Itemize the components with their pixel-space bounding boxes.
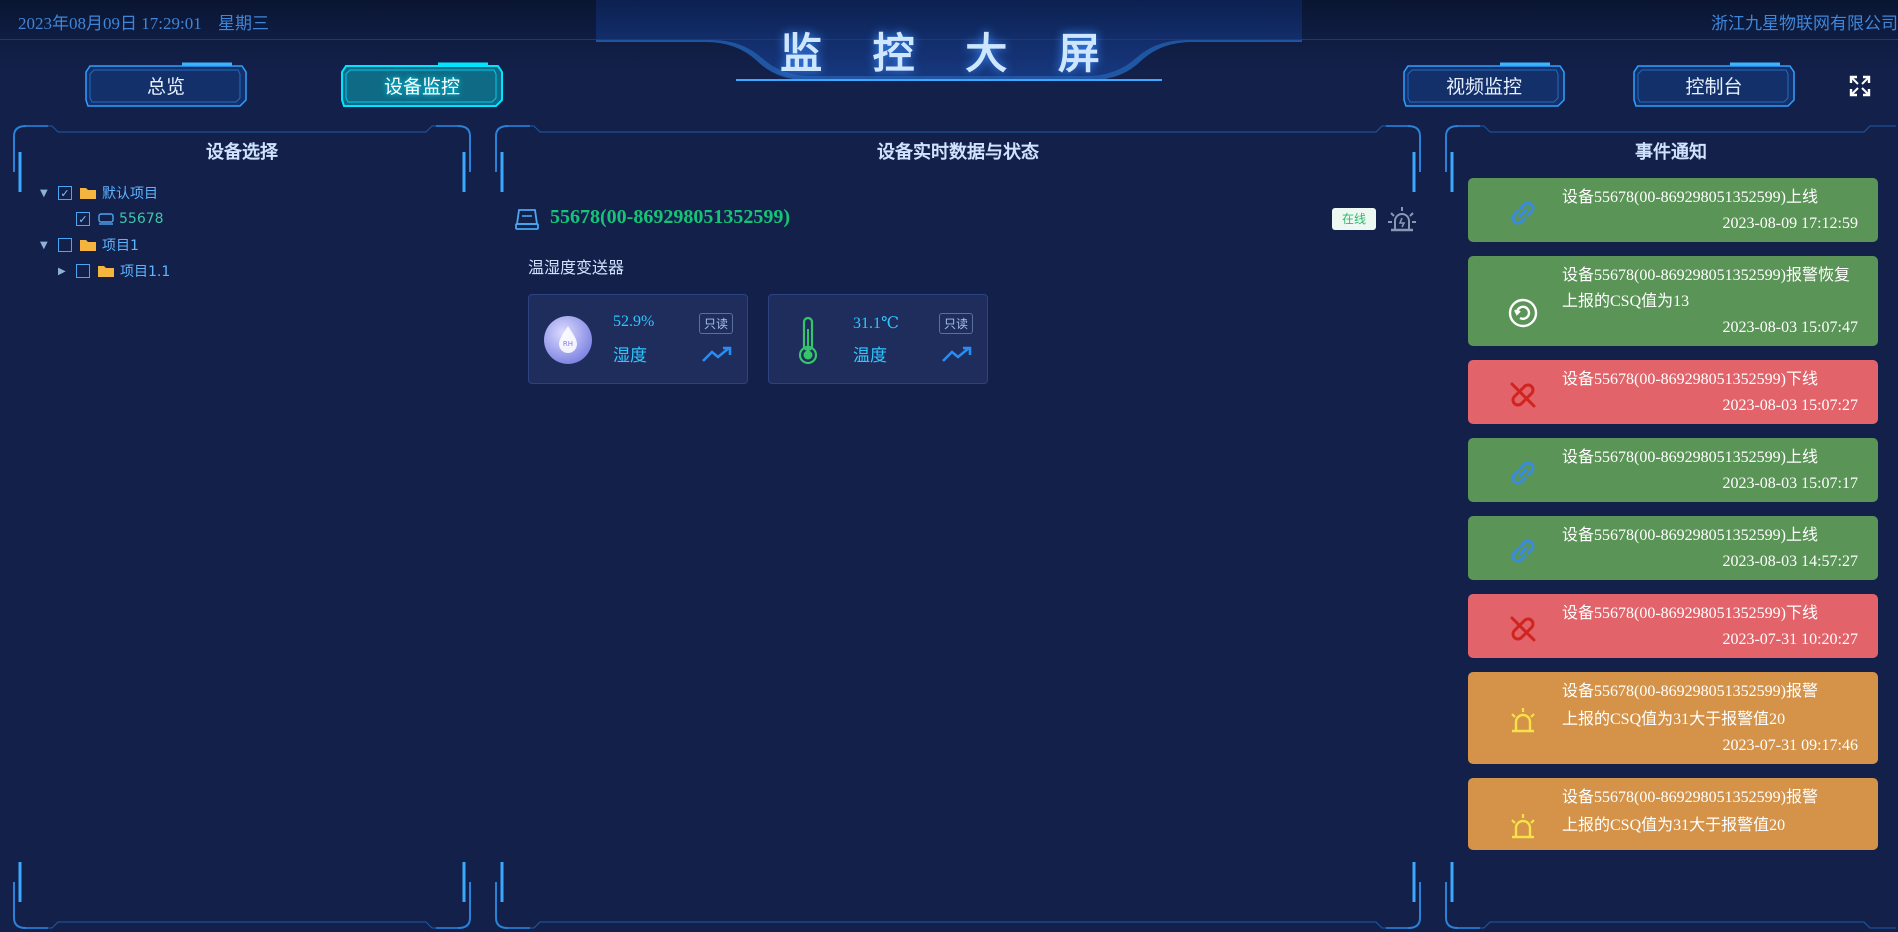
device-tree: ▼ ✓ 默认项目 ✓ 55678 ▼ 项目1 ▶ 项目1.1 — [40, 180, 170, 284]
svg-text:RH: RH — [563, 340, 573, 348]
nav-device-monitor-button[interactable]: 设备监控 — [338, 62, 506, 108]
tree-item-default-project[interactable]: ▼ ✓ 默认项目 — [40, 180, 170, 206]
unlink-icon — [1510, 382, 1536, 408]
event-panel: 事件通知 设备55678(00-869298051352599)上线 2023-… — [1444, 122, 1898, 932]
event-text: 设备55678(00-869298051352599)上线 — [1562, 527, 1818, 544]
page-title: 监 控 大 屏 — [780, 29, 1118, 78]
event-item: 设备55678(00-869298051352599)上线 2023-08-03… — [1468, 438, 1878, 502]
tree-checkbox[interactable]: ✓ — [58, 186, 72, 200]
trend-chart-icon[interactable] — [941, 345, 973, 363]
thermometer-icon — [798, 316, 818, 365]
current-weekday: 星期三 — [217, 14, 269, 33]
alarm-bell-icon — [1511, 814, 1535, 839]
caret-right-icon[interactable]: ▶ — [58, 266, 76, 277]
event-title: 事件通知 — [1635, 142, 1707, 163]
temperature-label: 温度 — [853, 346, 887, 366]
link-icon — [1511, 201, 1535, 225]
event-list: 设备55678(00-869298051352599)上线 2023-08-09… — [1468, 178, 1878, 908]
event-text: 设备55678(00-869298051352599)报警 — [1562, 789, 1818, 806]
read-only-badge: 只读 — [698, 313, 733, 334]
humidity-label: 湿度 — [613, 346, 647, 366]
event-item: 设备55678(00-869298051352599)下线 2023-08-03… — [1468, 360, 1878, 424]
alarm-bell-icon — [1511, 708, 1535, 733]
header: 2023年08月09日 17:29:01 星期三 浙江九星物联网有限公司 监 控… — [0, 0, 1898, 122]
event-item: 设备55678(00-869298051352599)报警 上报的CSQ值为31… — [1468, 672, 1878, 764]
company-name: 浙江九星物联网有限公司 — [1711, 14, 1898, 34]
caret-down-icon[interactable]: ▼ — [40, 240, 58, 251]
humidity-value: 52.9% — [613, 313, 655, 330]
humidity-card[interactable]: RH 52.9% 湿度 只读 — [528, 294, 748, 384]
current-date: 2023年08月09日 17:29:01 — [18, 14, 202, 33]
event-text: 设备55678(00-869298051352599)报警恢复 — [1562, 267, 1850, 284]
event-text: 设备55678(00-869298051352599)下线 — [1562, 605, 1818, 622]
device-data-panel: 设备实时数据与状态 55678(00-869298051352599) 在线 温… — [494, 122, 1422, 932]
event-text: 设备55678(00-869298051352599)上线 — [1562, 449, 1818, 466]
panel-frame — [495, 125, 1421, 929]
event-text: 设备55678(00-869298051352599)报警 — [1562, 683, 1818, 700]
event-text: 设备55678(00-869298051352599)上线 — [1562, 189, 1818, 206]
tree-item-label: 项目1.1 — [120, 264, 171, 280]
device-type: 温湿度变送器 — [528, 258, 625, 277]
tree-item-device-55678[interactable]: ✓ 55678 — [40, 206, 170, 232]
device-header: 55678(00-869298051352599) 在线 — [514, 202, 1416, 238]
event-detail: 上报的CSQ值为31大于报警值20 — [1562, 711, 1786, 728]
status-badge: 在线 — [1332, 208, 1376, 230]
event-detail: 上报的CSQ值为31大于报警值20 — [1562, 817, 1786, 834]
device-icon — [515, 209, 539, 230]
unlink-icon — [1510, 616, 1536, 642]
event-item: 设备55678(00-869298051352599)上线 2023-08-03… — [1468, 516, 1878, 580]
tree-item-project1[interactable]: ▼ 项目1 — [40, 232, 170, 258]
refresh-icon — [1508, 298, 1538, 328]
tree-checkbox[interactable] — [76, 264, 90, 278]
tree-item-label: 项目1 — [102, 238, 139, 254]
device-name: 55678(00-869298051352599) — [550, 206, 790, 228]
temperature-value: 31.1℃ — [853, 315, 899, 332]
tree-item-label: 55678 — [119, 211, 164, 227]
nav-video-monitor-label: 视频监控 — [1445, 75, 1522, 98]
caret-down-icon[interactable]: ▼ — [40, 188, 58, 199]
event-item: 设备55678(00-869298051352599)报警恢复 上报的CSQ值为… — [1468, 256, 1878, 346]
link-icon — [1511, 539, 1535, 563]
link-icon — [1511, 461, 1535, 485]
device-icon — [98, 213, 114, 225]
event-text: 设备55678(00-869298051352599)下线 — [1562, 371, 1818, 388]
nav-console-button[interactable]: 控制台 — [1630, 62, 1798, 108]
tree-checkbox[interactable] — [58, 238, 72, 252]
event-detail: 上报的CSQ值为13 — [1562, 293, 1690, 310]
alarm-light-icon[interactable] — [1386, 204, 1418, 234]
nav-device-monitor-label: 设备监控 — [383, 75, 460, 98]
event-item: 设备55678(00-869298051352599)上线 2023-08-09… — [1468, 178, 1878, 242]
nav-overview-label: 总览 — [146, 75, 185, 98]
event-item: 设备55678(00-869298051352599)下线 2023-07-31… — [1468, 594, 1878, 658]
device-data-title: 设备实时数据与状态 — [877, 142, 1039, 163]
folder-icon — [80, 240, 96, 251]
device-select-panel: 设备选择 ▼ ✓ 默认项目 ✓ 55678 ▼ 项目1 ▶ 项目1.1 — [12, 122, 472, 932]
tree-item-label: 默认项目 — [102, 186, 158, 202]
folder-icon — [98, 266, 114, 277]
title-banner: 监 控 大 屏 — [596, 0, 1302, 84]
folder-icon — [80, 188, 96, 199]
event-item: 设备55678(00-869298051352599)报警 上报的CSQ值为31… — [1468, 778, 1878, 850]
read-only-badge: 只读 — [938, 313, 973, 334]
temperature-card[interactable]: 31.1℃ 温度 只读 — [768, 294, 988, 384]
tree-checkbox[interactable]: ✓ — [76, 212, 90, 226]
humidity-icon: RH — [544, 316, 592, 364]
tree-item-project1-1[interactable]: ▶ 项目1.1 — [40, 258, 170, 284]
nav-console-label: 控制台 — [1685, 75, 1743, 98]
device-select-title: 设备选择 — [206, 142, 278, 163]
nav-overview-button[interactable]: 总览 — [82, 62, 250, 108]
nav-video-monitor-button[interactable]: 视频监控 — [1400, 62, 1568, 108]
fullscreen-icon[interactable] — [1848, 74, 1872, 98]
trend-chart-icon[interactable] — [701, 345, 733, 363]
datetime: 2023年08月09日 17:29:01 星期三 — [18, 9, 281, 34]
